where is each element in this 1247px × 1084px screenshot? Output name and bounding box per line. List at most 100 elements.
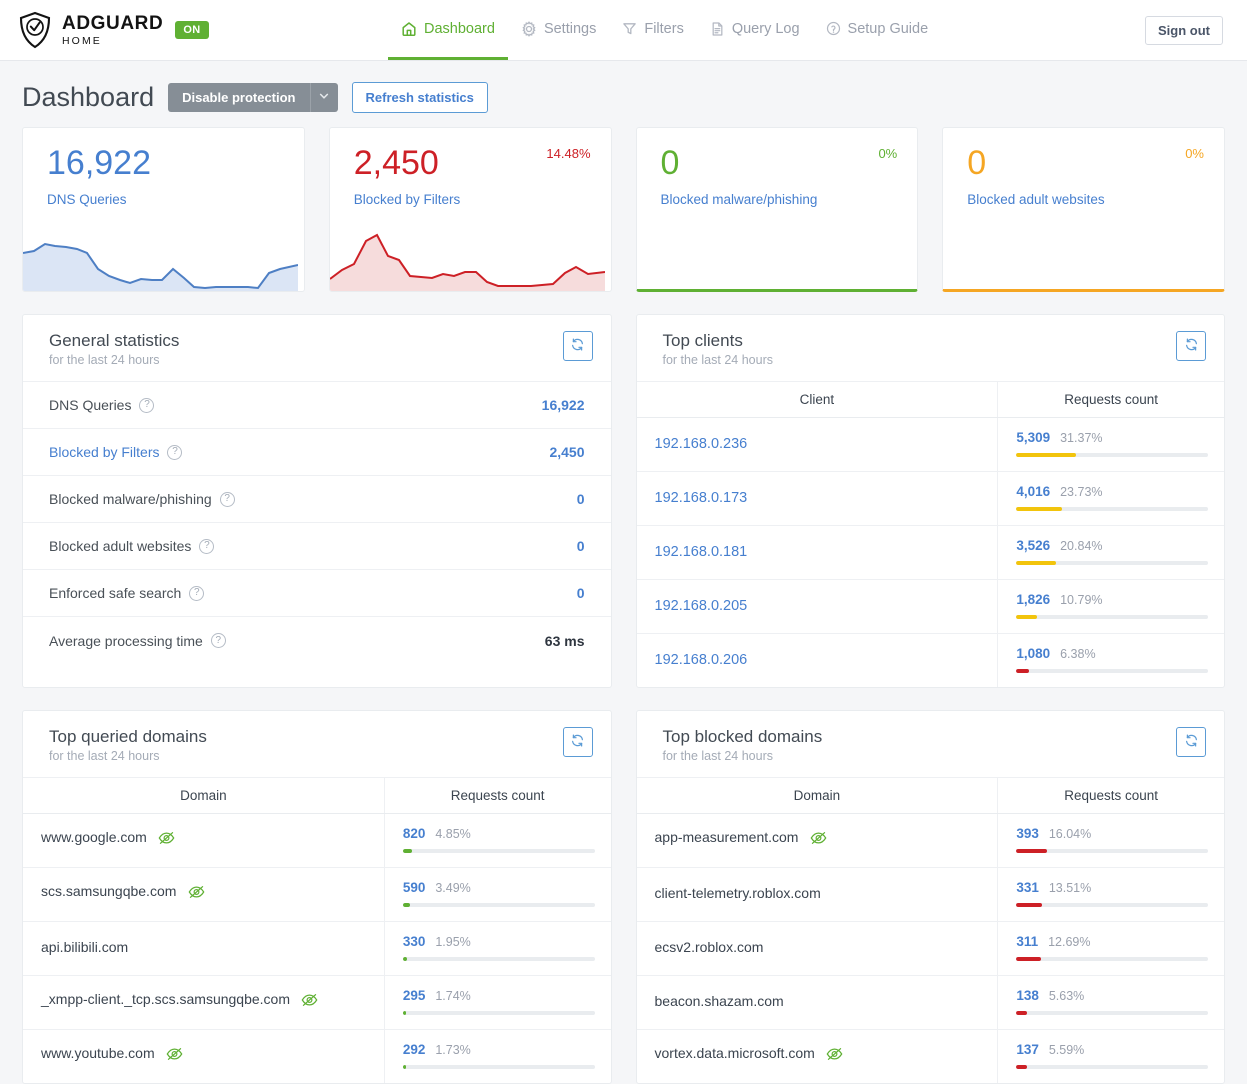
stat-card-blocked-by-filters[interactable]: 2,450 Blocked by Filters 14.48%: [329, 127, 612, 292]
refresh-icon: [570, 733, 585, 751]
disable-protection-button[interactable]: Disable protection: [168, 83, 309, 112]
requests-count-cell: 295 1.74%: [384, 976, 610, 1030]
general-statistics-list: DNS Queries ? 16,922 Blocked by Filters …: [23, 382, 611, 664]
question-mark-icon[interactable]: ?: [167, 445, 182, 460]
domain-cell: api.bilibili.com: [23, 922, 384, 976]
table-row: 192.168.0.181 3,526 20.84%: [637, 526, 1225, 580]
progress-bar: [1016, 669, 1208, 673]
client-cell: 192.168.0.236: [637, 418, 998, 472]
stat-card-label: Blocked malware/phishing: [661, 192, 818, 207]
refresh-top-queried-domains-button[interactable]: [563, 727, 593, 757]
domain-cell: client-telemetry.roblox.com: [637, 868, 998, 922]
requests-count-value: 295: [403, 988, 426, 1003]
stat-row-value: 63 ms: [545, 633, 585, 649]
question-mark-icon[interactable]: ?: [211, 633, 226, 648]
progress-bar-fill: [403, 1065, 406, 1069]
refresh-top-blocked-domains-button[interactable]: [1176, 727, 1206, 757]
eye-off-icon[interactable]: [826, 1048, 843, 1065]
progress-bar: [403, 903, 595, 907]
requests-count-value: 590: [403, 880, 426, 895]
progress-bar: [1016, 453, 1208, 457]
brand-logo[interactable]: ADGUARD HOME: [18, 11, 163, 49]
question-mark-icon[interactable]: ?: [199, 539, 214, 554]
requests-count-cell: 5,309 31.37%: [998, 418, 1224, 472]
stat-row-enforced-safe-search: Enforced safe search ? 0: [23, 570, 611, 617]
requests-count-cell: 331 13.51%: [998, 868, 1224, 922]
requests-count-percent: 10.79%: [1060, 593, 1102, 607]
sign-out-button[interactable]: Sign out: [1145, 16, 1223, 45]
stat-row-dns-queries: DNS Queries ? 16,922: [23, 382, 611, 429]
nav-item-filters[interactable]: Filters: [609, 0, 696, 60]
stat-row-label: Enforced safe search: [49, 585, 181, 601]
domain-label: scs.samsungqbe.com: [41, 883, 176, 899]
domain-label: www.youtube.com: [41, 1045, 155, 1061]
nav-item-settings[interactable]: Settings: [508, 0, 609, 60]
progress-bar: [403, 1011, 595, 1015]
nav-item-query-log[interactable]: Query Log: [697, 0, 813, 60]
refresh-general-statistics-button[interactable]: [563, 331, 593, 361]
brand-name: ADGUARD: [62, 14, 163, 33]
requests-count-cell: 1,826 10.79%: [998, 580, 1224, 634]
disable-protection-dropdown-button[interactable]: [310, 83, 338, 112]
protection-status-badge[interactable]: ON: [175, 21, 208, 39]
client-link[interactable]: 192.168.0.173: [655, 490, 748, 506]
column-header-requests-count: Requests count: [998, 778, 1224, 814]
stat-row-label: Blocked malware/phishing: [49, 491, 212, 507]
stat-card-label: DNS Queries: [47, 192, 127, 207]
stat-card-value: 0: [967, 146, 986, 180]
eye-off-icon[interactable]: [158, 832, 175, 849]
progress-bar-fill: [1016, 957, 1040, 961]
progress-bar-fill: [1016, 507, 1061, 511]
table-row: beacon.shazam.com 138 5.63%: [637, 976, 1225, 1030]
domain-cell: www.youtube.com: [23, 1030, 384, 1084]
requests-count-percent: 1.73%: [435, 1043, 470, 1057]
panel-subtitle: for the last 24 hours: [663, 353, 773, 367]
eye-off-icon[interactable]: [188, 886, 205, 903]
nav-item-dashboard[interactable]: Dashboard: [388, 0, 508, 60]
stat-card-blocked-adult-websites[interactable]: 0 Blocked adult websites 0%: [942, 127, 1225, 292]
page-title: Dashboard: [22, 82, 154, 113]
stat-card-blocked-malware-phishing[interactable]: 0 Blocked malware/phishing 0%: [636, 127, 919, 292]
stat-card-value: 16,922: [47, 146, 151, 180]
client-cell: 192.168.0.181: [637, 526, 998, 580]
stat-row-label[interactable]: Blocked by Filters: [49, 444, 159, 460]
requests-count-percent: 16.04%: [1049, 827, 1091, 841]
stat-row-value: 0: [577, 491, 585, 507]
general-statistics-panel: General statistics for the last 24 hours: [22, 314, 612, 688]
requests-count-percent: 23.73%: [1060, 485, 1102, 499]
table-header-row: Domain Requests count: [637, 778, 1225, 814]
refresh-icon: [1184, 733, 1199, 751]
domain-label: _xmpp-client._tcp.scs.samsungqbe.com: [41, 991, 290, 1007]
progress-bar-fill: [403, 957, 407, 961]
client-link[interactable]: 192.168.0.236: [655, 436, 748, 452]
eye-off-icon[interactable]: [301, 994, 318, 1011]
client-link[interactable]: 192.168.0.181: [655, 544, 748, 560]
panel-row-2: Top queried domains for the last 24 hour…: [22, 710, 1225, 1084]
requests-count-percent: 5.59%: [1049, 1043, 1084, 1057]
panel-header: Top blocked domains for the last 24 hour…: [637, 711, 1225, 778]
client-link[interactable]: 192.168.0.205: [655, 598, 748, 614]
column-header-domain: Domain: [637, 778, 998, 814]
refresh-icon: [570, 337, 585, 355]
stat-card-dns-queries[interactable]: 16,922 DNS Queries: [22, 127, 305, 292]
question-mark-icon[interactable]: ?: [220, 492, 235, 507]
page-content: Dashboard Disable protection Refresh sta…: [0, 61, 1247, 1084]
nav-item-setup-guide[interactable]: Setup Guide: [813, 0, 942, 60]
stat-row-value: 16,922: [542, 397, 585, 413]
client-link[interactable]: 192.168.0.206: [655, 652, 748, 668]
eye-off-icon[interactable]: [166, 1048, 183, 1065]
eye-off-icon[interactable]: [810, 832, 827, 849]
refresh-statistics-button[interactable]: Refresh statistics: [352, 82, 488, 113]
question-mark-icon[interactable]: ?: [189, 586, 204, 601]
panel-title: Top queried domains: [49, 727, 207, 747]
refresh-top-clients-button[interactable]: [1176, 331, 1206, 361]
column-header-requests-count: Requests count: [384, 778, 610, 814]
stat-card-percent: 0%: [1185, 146, 1204, 161]
requests-count-cell: 820 4.85%: [384, 814, 610, 868]
domain-cell: ecsv2.roblox.com: [637, 922, 998, 976]
requests-count-percent: 12.69%: [1048, 935, 1090, 949]
question-mark-icon[interactable]: ?: [139, 398, 154, 413]
progress-bar: [1016, 1011, 1208, 1015]
table-row: scs.samsungqbe.com 590 3.49%: [23, 868, 611, 922]
nav-label: Setup Guide: [848, 21, 929, 37]
